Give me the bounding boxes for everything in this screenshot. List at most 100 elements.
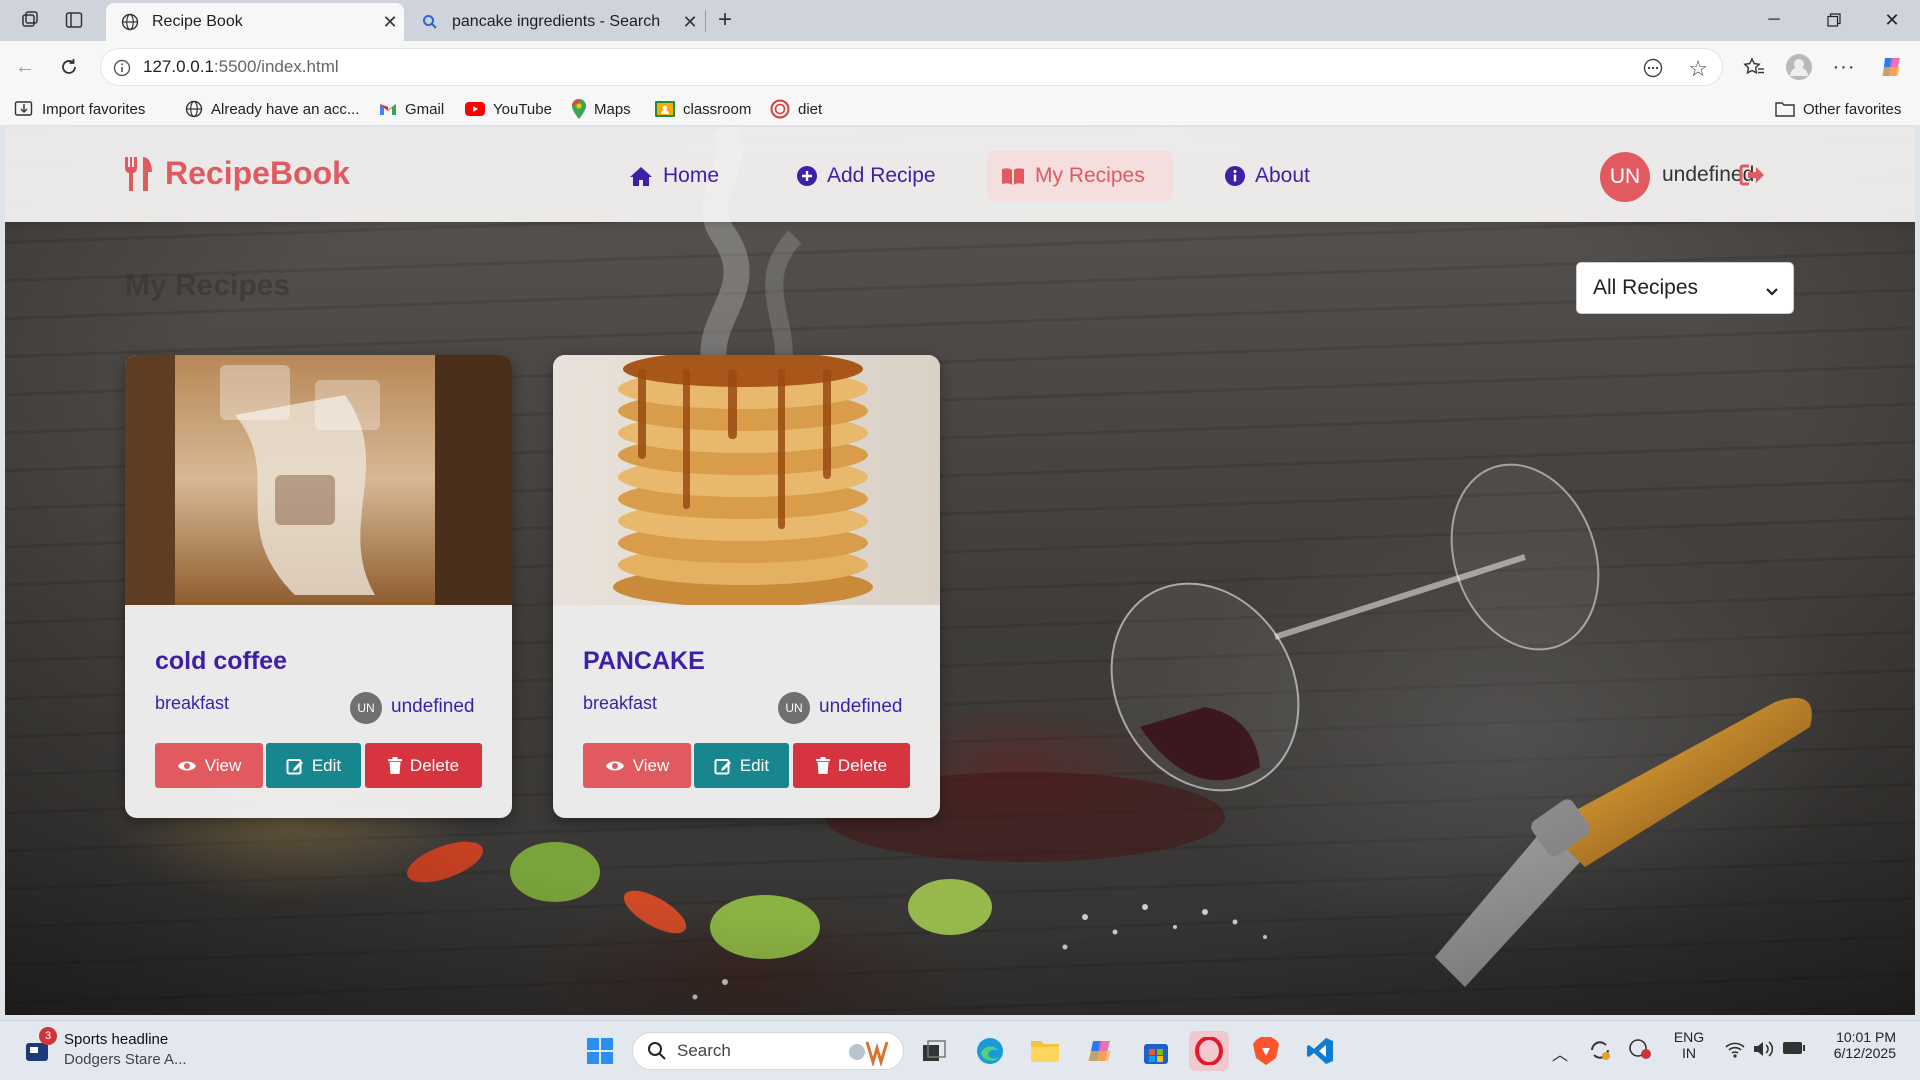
start-icon[interactable] [580,1031,620,1071]
back-icon[interactable]: ← [8,50,42,84]
vscode-icon[interactable] [1300,1031,1340,1071]
nav-about[interactable]: About [1211,151,1324,201]
vertical-tabs-icon[interactable] [61,8,87,32]
book-open-icon [1001,167,1025,186]
recipe-image-cold-coffee [125,355,512,605]
eye-icon [605,759,625,773]
reload-icon[interactable] [52,50,86,84]
favorite-star-icon[interactable]: ☆ [1688,56,1708,82]
copilot-app-icon[interactable] [1081,1031,1121,1071]
tab-label: Recipe Book [152,13,243,30]
view-button[interactable]: View [583,743,691,788]
minimize-icon[interactable]: ─ [1746,0,1802,40]
bookmark-label: Gmail [405,100,445,118]
url-text: 127.0.0.1:5500/index.html [143,57,339,77]
browser-tab-bar: Recipe Book ✕ pancake ingredients - Sear… [0,0,1920,41]
tab-recipe-book[interactable]: Recipe Book ✕ [106,3,404,41]
new-tab-icon[interactable]: + [712,6,738,33]
recipe-image-pancake [553,355,940,605]
wifi-icon[interactable] [1724,1039,1746,1064]
more-options-icon[interactable]: ··· [1827,50,1861,84]
youtube-icon [465,102,485,116]
news-title[interactable]: Sports headline [64,1031,168,1048]
utensils-icon [123,156,155,192]
tab-pancake-search[interactable]: pancake ingredients - Search ✕ [406,3,704,41]
clock-time: 10:01 PM [1836,1029,1896,1045]
button-label: View [632,755,670,775]
home-icon [629,166,653,187]
bookmark-other-favorites[interactable]: Other favorites [1775,97,1901,121]
delete-button[interactable]: Delete [365,743,482,788]
bookmark-youtube[interactable]: YouTube [465,97,552,121]
show-hidden-icons-icon[interactable]: ︿ [1552,1041,1568,1065]
bookmark-classroom[interactable]: classroom [655,97,751,121]
workspaces-icon[interactable] [17,8,43,32]
reader-mode-icon[interactable] [1642,58,1664,83]
restore-icon[interactable] [1806,0,1862,40]
nav-label: My Recipes [1035,164,1145,187]
bookmark-diet[interactable]: diet [770,97,822,121]
clock[interactable]: 10:01 PM 6/12/2025 [1818,1029,1896,1061]
bookmark-label: YouTube [493,100,552,118]
button-label: Edit [311,755,342,775]
sync-icon[interactable] [1588,1038,1612,1067]
opera-icon[interactable] [1189,1031,1229,1071]
site-info-icon[interactable] [113,59,131,82]
close-tab-icon[interactable]: ✕ [676,12,704,33]
tab-label: pancake ingredients - Search [452,13,661,30]
nav-label: About [1255,164,1310,187]
import-icon [14,100,34,118]
view-button[interactable]: View [155,743,263,788]
button-label: Delete [837,755,888,775]
file-explorer-icon[interactable] [1025,1031,1065,1071]
trash-icon [815,757,830,774]
delete-button[interactable]: Delete [793,743,910,788]
edit-button[interactable]: Edit [694,743,789,788]
brave-icon[interactable] [1246,1031,1286,1071]
bookmark-import-favorites[interactable]: Import favorites [14,97,145,121]
address-bar[interactable]: 127.0.0.1:5500/index.html ☆ [100,48,1723,86]
classroom-icon [655,100,675,118]
button-label: Delete [409,755,460,775]
volume-icon[interactable] [1752,1039,1774,1064]
brand-name: RecipeBook [165,155,350,191]
taskbar-search[interactable]: Search [632,1032,904,1070]
edit-icon [286,757,304,775]
bookmark-maps[interactable]: Maps [572,97,631,121]
microsoft-store-icon[interactable] [1136,1031,1176,1071]
news-widget-icon[interactable]: 3 [24,1027,57,1065]
eye-icon [177,759,197,773]
news-subtitle[interactable]: Dodgers Stare A... [64,1051,187,1068]
nav-my-recipes[interactable]: My Recipes [987,151,1173,201]
bookmark-gmail[interactable]: Gmail [379,97,444,121]
favorites-icon[interactable] [1737,50,1771,84]
language-indicator[interactable]: ENG IN [1672,1029,1706,1061]
brand-logo[interactable]: RecipeBook [123,155,350,192]
network-status-icon[interactable] [1628,1038,1652,1065]
battery-icon[interactable] [1782,1040,1806,1061]
edge-icon[interactable] [970,1031,1010,1071]
close-tab-icon[interactable]: ✕ [376,12,404,33]
news-badge: 3 [39,1027,57,1045]
nav-add-recipe[interactable]: Add Recipe [783,151,950,201]
maps-icon [572,99,586,119]
filter-selected-value: All Recipes [1593,276,1699,299]
recipe-title: cold coffee [155,647,287,675]
nav-label: Home [663,164,720,187]
bookmark-already-have-account[interactable]: Already have an acc... [185,97,359,121]
language-code: ENG [1673,1029,1705,1045]
nav-home[interactable]: Home [615,151,733,201]
web-page: RecipeBook Home Add Recipe My Recipes Ab… [5,127,1915,1015]
author-avatar: UN [350,692,382,724]
search-icon [647,1041,667,1061]
copilot-icon[interactable] [1875,50,1909,84]
task-view-icon[interactable] [914,1031,954,1071]
profile-icon[interactable] [1782,50,1816,84]
windows-taskbar: 3 Sports headline Dodgers Stare A... Sea… [0,1020,1920,1080]
recipe-filter-select[interactable]: All Recipes [1576,262,1794,314]
info-circle-icon [1225,166,1245,186]
edit-button[interactable]: Edit [266,743,361,788]
logout-icon[interactable] [1739,164,1765,186]
user-avatar[interactable]: UN [1600,152,1650,202]
close-window-icon[interactable]: ✕ [1864,0,1920,40]
